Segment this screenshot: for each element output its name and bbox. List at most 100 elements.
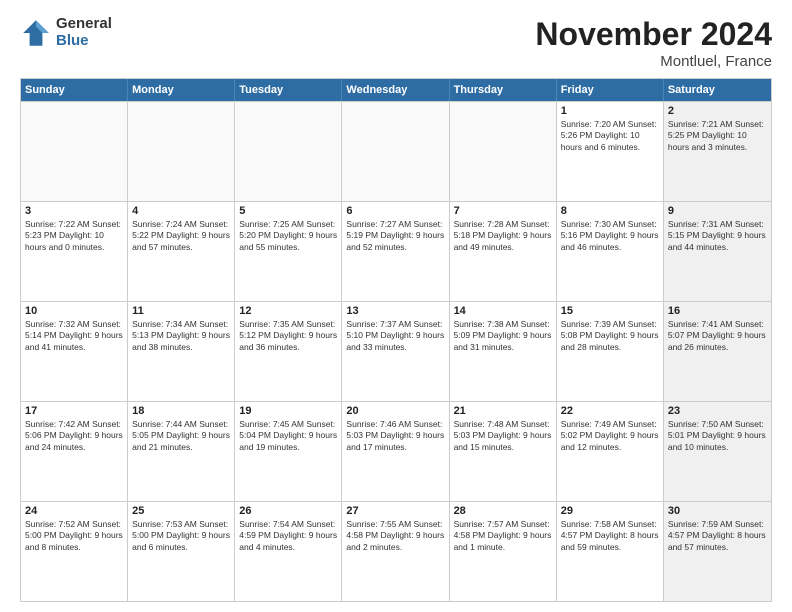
day-cell-4-2: 26 Sunrise: 7:54 AM Sunset: 4:59 PM Dayli… xyxy=(235,502,342,601)
day-number-1-0: 3 xyxy=(25,205,123,217)
day-info-3-3: Sunrise: 7:46 AM Sunset: 5:03 PM Dayligh… xyxy=(346,419,444,453)
day-number-2-2: 12 xyxy=(239,305,337,317)
title-block: November 2024 Montluel, France xyxy=(535,16,772,70)
calendar: Sunday Monday Tuesday Wednesday Thursday… xyxy=(20,78,772,602)
day-cell-4-0: 24Sunrise: 7:52 AM Sunset: 5:00 PM Dayli… xyxy=(21,502,128,601)
day-cell-2-0: 10Sunrise: 7:32 AM Sunset: 5:14 PM Dayli… xyxy=(21,302,128,401)
day-number-2-5: 15 xyxy=(561,305,659,317)
day-number-0-5: 1 xyxy=(561,105,659,117)
day-number-4-5: 29 xyxy=(561,505,659,517)
day-cell-0-5: 1 Sunrise: 7:20 AM Sunset: 5:26 PM Daylig… xyxy=(557,102,664,201)
day-cell-4-3: 27Sunrise: 7:55 AM Sunset: 4:58 PM Dayli… xyxy=(342,502,449,601)
header-monday: Monday xyxy=(128,79,235,101)
day-cell-0-3 xyxy=(342,102,449,201)
day-cell-2-6: 16Sunrise: 7:41 AM Sunset: 5:07 PM Dayli… xyxy=(664,302,771,401)
day-cell-3-5: 22Sunrise: 7:49 AM Sunset: 5:02 PM Dayli… xyxy=(557,402,664,501)
day-cell-1-3: 6 Sunrise: 7:27 AM Sunset: 5:19 PM Daylig… xyxy=(342,202,449,301)
day-number-3-1: 18 xyxy=(132,405,230,417)
day-info-3-5: Sunrise: 7:49 AM Sunset: 5:02 PM Dayligh… xyxy=(561,419,659,453)
day-cell-0-2 xyxy=(235,102,342,201)
day-cell-0-6: 2Sunrise: 7:21 AM Sunset: 5:25 PM Daylig… xyxy=(664,102,771,201)
calendar-header: Sunday Monday Tuesday Wednesday Thursday… xyxy=(21,79,771,101)
page: General Blue November 2024 Montluel, Fra… xyxy=(0,0,792,612)
day-number-2-1: 11 xyxy=(132,305,230,317)
logo-text: General Blue xyxy=(56,16,112,49)
day-cell-3-4: 21 Sunrise: 7:48 AM Sunset: 5:03 PM Dayli… xyxy=(450,402,557,501)
day-cell-1-4: 7 Sunrise: 7:28 AM Sunset: 5:18 PM Daylig… xyxy=(450,202,557,301)
day-info-2-4: Sunrise: 7:38 AM Sunset: 5:09 PM Dayligh… xyxy=(454,319,552,353)
day-info-2-6: Sunrise: 7:41 AM Sunset: 5:07 PM Dayligh… xyxy=(668,319,767,353)
day-cell-0-1 xyxy=(128,102,235,201)
week-row-1: 3 Sunrise: 7:22 AM Sunset: 5:23 PM Daylig… xyxy=(21,201,771,301)
day-cell-1-0: 3 Sunrise: 7:22 AM Sunset: 5:23 PM Daylig… xyxy=(21,202,128,301)
day-info-1-6: Sunrise: 7:31 AM Sunset: 5:15 PM Dayligh… xyxy=(668,219,767,253)
day-number-3-4: 21 xyxy=(454,405,552,417)
day-cell-4-5: 29 Sunrise: 7:58 AM Sunset: 4:57 PM Dayli… xyxy=(557,502,664,601)
day-info-1-0: Sunrise: 7:22 AM Sunset: 5:23 PM Dayligh… xyxy=(25,219,123,253)
week-row-4: 24Sunrise: 7:52 AM Sunset: 5:00 PM Dayli… xyxy=(21,501,771,601)
day-number-4-2: 26 xyxy=(239,505,337,517)
day-info-1-3: Sunrise: 7:27 AM Sunset: 5:19 PM Dayligh… xyxy=(346,219,444,253)
day-info-2-3: Sunrise: 7:37 AM Sunset: 5:10 PM Dayligh… xyxy=(346,319,444,353)
day-number-4-6: 30 xyxy=(668,505,767,517)
day-cell-3-2: 19Sunrise: 7:45 AM Sunset: 5:04 PM Dayli… xyxy=(235,402,342,501)
day-number-2-0: 10 xyxy=(25,305,123,317)
day-info-1-4: Sunrise: 7:28 AM Sunset: 5:18 PM Dayligh… xyxy=(454,219,552,253)
day-number-3-3: 20 xyxy=(346,405,444,417)
day-info-3-4: Sunrise: 7:48 AM Sunset: 5:03 PM Dayligh… xyxy=(454,419,552,453)
day-info-1-2: Sunrise: 7:25 AM Sunset: 5:20 PM Dayligh… xyxy=(239,219,337,253)
day-cell-1-1: 4 Sunrise: 7:24 AM Sunset: 5:22 PM Daylig… xyxy=(128,202,235,301)
header-tuesday: Tuesday xyxy=(235,79,342,101)
header-friday: Friday xyxy=(557,79,664,101)
day-cell-3-0: 17Sunrise: 7:42 AM Sunset: 5:06 PM Dayli… xyxy=(21,402,128,501)
day-info-0-6: Sunrise: 7:21 AM Sunset: 5:25 PM Dayligh… xyxy=(668,119,767,153)
title-month: November 2024 xyxy=(535,16,772,53)
day-number-1-4: 7 xyxy=(454,205,552,217)
day-info-1-1: Sunrise: 7:24 AM Sunset: 5:22 PM Dayligh… xyxy=(132,219,230,253)
day-info-2-1: Sunrise: 7:34 AM Sunset: 5:13 PM Dayligh… xyxy=(132,319,230,353)
week-row-2: 10Sunrise: 7:32 AM Sunset: 5:14 PM Dayli… xyxy=(21,301,771,401)
logo-icon xyxy=(20,17,52,49)
day-info-4-5: Sunrise: 7:58 AM Sunset: 4:57 PM Dayligh… xyxy=(561,519,659,553)
day-cell-2-4: 14 Sunrise: 7:38 AM Sunset: 5:09 PM Dayli… xyxy=(450,302,557,401)
day-cell-2-2: 12 Sunrise: 7:35 AM Sunset: 5:12 PM Dayli… xyxy=(235,302,342,401)
day-info-3-1: Sunrise: 7:44 AM Sunset: 5:05 PM Dayligh… xyxy=(132,419,230,453)
day-cell-3-6: 23Sunrise: 7:50 AM Sunset: 5:01 PM Dayli… xyxy=(664,402,771,501)
day-number-1-3: 6 xyxy=(346,205,444,217)
header-thursday: Thursday xyxy=(450,79,557,101)
day-info-3-0: Sunrise: 7:42 AM Sunset: 5:06 PM Dayligh… xyxy=(25,419,123,453)
day-number-1-6: 9 xyxy=(668,205,767,217)
day-info-0-5: Sunrise: 7:20 AM Sunset: 5:26 PM Dayligh… xyxy=(561,119,659,153)
day-cell-3-3: 20 Sunrise: 7:46 AM Sunset: 5:03 PM Dayli… xyxy=(342,402,449,501)
day-number-4-0: 24 xyxy=(25,505,123,517)
day-cell-0-4 xyxy=(450,102,557,201)
logo-blue-text: Blue xyxy=(56,33,112,50)
header-saturday: Saturday xyxy=(664,79,771,101)
day-number-1-1: 4 xyxy=(132,205,230,217)
day-cell-1-2: 5 Sunrise: 7:25 AM Sunset: 5:20 PM Daylig… xyxy=(235,202,342,301)
day-info-3-6: Sunrise: 7:50 AM Sunset: 5:01 PM Dayligh… xyxy=(668,419,767,453)
day-cell-2-1: 11 Sunrise: 7:34 AM Sunset: 5:13 PM Dayli… xyxy=(128,302,235,401)
day-info-2-2: Sunrise: 7:35 AM Sunset: 5:12 PM Dayligh… xyxy=(239,319,337,353)
day-number-4-4: 28 xyxy=(454,505,552,517)
header-sunday: Sunday xyxy=(21,79,128,101)
calendar-body: 1 Sunrise: 7:20 AM Sunset: 5:26 PM Daylig… xyxy=(21,101,771,601)
title-location: Montluel, France xyxy=(535,53,772,70)
header: General Blue November 2024 Montluel, Fra… xyxy=(20,16,772,70)
day-number-1-2: 5 xyxy=(239,205,337,217)
day-info-4-2: Sunrise: 7:54 AM Sunset: 4:59 PM Dayligh… xyxy=(239,519,337,553)
day-number-2-4: 14 xyxy=(454,305,552,317)
day-number-4-3: 27 xyxy=(346,505,444,517)
day-info-2-5: Sunrise: 7:39 AM Sunset: 5:08 PM Dayligh… xyxy=(561,319,659,353)
day-info-4-6: Sunrise: 7:59 AM Sunset: 4:57 PM Dayligh… xyxy=(668,519,767,553)
day-cell-1-5: 8Sunrise: 7:30 AM Sunset: 5:16 PM Daylig… xyxy=(557,202,664,301)
header-wednesday: Wednesday xyxy=(342,79,449,101)
logo-general-text: General xyxy=(56,16,112,33)
day-cell-0-0 xyxy=(21,102,128,201)
day-number-2-3: 13 xyxy=(346,305,444,317)
day-cell-4-1: 25Sunrise: 7:53 AM Sunset: 5:00 PM Dayli… xyxy=(128,502,235,601)
day-info-1-5: Sunrise: 7:30 AM Sunset: 5:16 PM Dayligh… xyxy=(561,219,659,253)
day-cell-4-6: 30 Sunrise: 7:59 AM Sunset: 4:57 PM Dayli… xyxy=(664,502,771,601)
day-cell-2-5: 15 Sunrise: 7:39 AM Sunset: 5:08 PM Dayli… xyxy=(557,302,664,401)
day-cell-4-4: 28Sunrise: 7:57 AM Sunset: 4:58 PM Dayli… xyxy=(450,502,557,601)
